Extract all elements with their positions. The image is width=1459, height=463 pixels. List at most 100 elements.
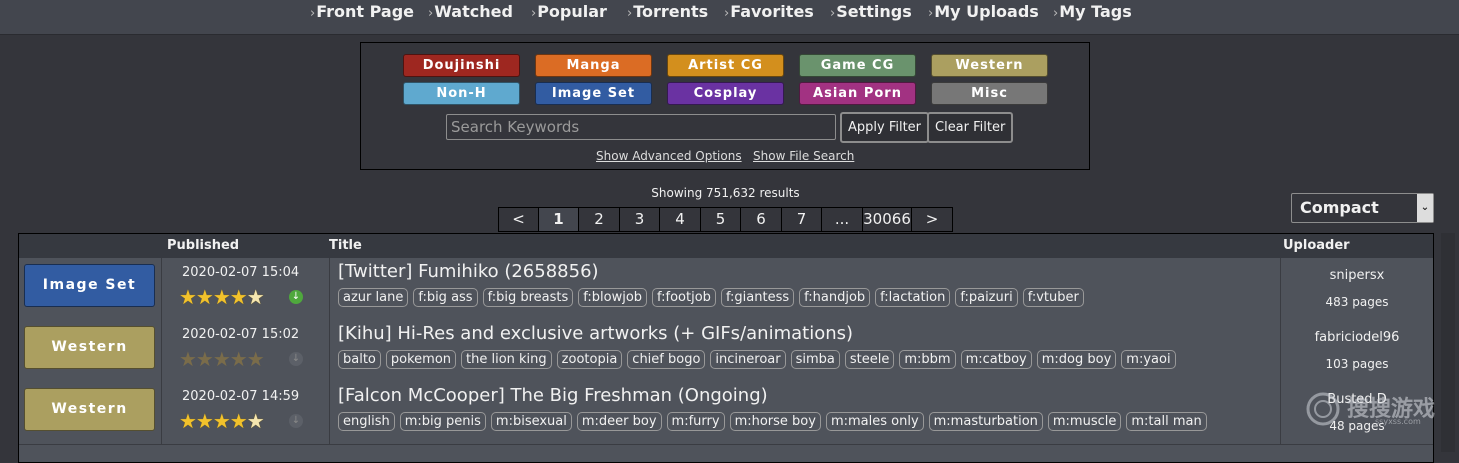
category-cell: Western	[19, 320, 162, 382]
header-published: Published	[167, 238, 240, 253]
tag[interactable]: m:horse boy	[729, 412, 821, 431]
file-search-link[interactable]: Show File Search	[753, 149, 854, 163]
category-artist-cg[interactable]: Artist CG	[667, 54, 784, 77]
row-category-badge[interactable]: Western	[24, 388, 155, 431]
category-game-cg[interactable]: Game CG	[799, 54, 916, 77]
gallery-title-link[interactable]: [Kihu] Hi-Res and exclusive artworks (+ …	[338, 323, 853, 344]
rating-stars: ★★★★★	[179, 409, 265, 433]
category-manga[interactable]: Manga	[535, 54, 652, 77]
results-count: Showing 751,632 results	[651, 186, 800, 200]
row-category-badge[interactable]: Image Set	[24, 264, 155, 307]
tag[interactable]: f:blowjob	[578, 288, 648, 307]
published-date: 2020-02-07 15:02	[182, 327, 300, 342]
uploader-cell: fabriciodel96 103 pages	[1281, 320, 1433, 382]
nav-my-tags[interactable]: ›My Tags	[1053, 2, 1132, 21]
tag[interactable]: m:muscle	[1047, 412, 1122, 431]
header-title: Title	[329, 238, 362, 253]
title-cell: [Twitter] Fumihiko (2658856) azur lane f…	[330, 258, 1281, 320]
tag[interactable]: m:furry	[666, 412, 725, 431]
search-box: Doujinshi Manga Artist CG Game CG Wester…	[360, 42, 1090, 170]
category-image-set[interactable]: Image Set	[535, 82, 652, 105]
pager-page-7[interactable]: 7	[782, 207, 822, 232]
category-non-h[interactable]: Non-H	[403, 82, 520, 105]
tag[interactable]: f:paizuri	[955, 288, 1018, 307]
tag[interactable]: m:masturbation	[928, 412, 1043, 431]
tag[interactable]: zootopia	[556, 350, 623, 369]
tag[interactable]: azur lane	[338, 288, 409, 307]
tag[interactable]: m:males only	[825, 412, 924, 431]
tag[interactable]: m:catboy	[960, 350, 1032, 369]
category-asian-porn[interactable]: Asian Porn	[799, 82, 916, 105]
tag[interactable]: f:lactation	[875, 288, 951, 307]
chevron-right-icon: ›	[928, 6, 934, 21]
tag[interactable]: f:big breasts	[482, 288, 574, 307]
category-cell: Western	[19, 382, 162, 444]
pager-page-5[interactable]: 5	[701, 207, 741, 232]
tag[interactable]: english	[338, 412, 395, 431]
tag-list: balto pokemon the lion king zootopia chi…	[338, 350, 1176, 369]
torrent-download-icon[interactable]: ↓	[289, 290, 303, 304]
category-cell: Image Set	[19, 258, 162, 320]
published-date: 2020-02-07 15:04	[182, 265, 300, 280]
pager-page-6[interactable]: 6	[741, 207, 782, 232]
tag[interactable]: m:bbm	[899, 350, 956, 369]
search-input[interactable]	[446, 114, 836, 140]
tag[interactable]: balto	[338, 350, 381, 369]
tag[interactable]: f:footjob	[652, 288, 716, 307]
pager-prev[interactable]: <	[498, 207, 539, 232]
tag[interactable]: m:big penis	[399, 412, 486, 431]
pager-page-4[interactable]: 4	[660, 207, 701, 232]
nav-watched[interactable]: ›Watched	[428, 2, 513, 21]
pager-page-2[interactable]: 2	[579, 207, 620, 232]
clear-filter-button[interactable]: Clear Filter	[927, 112, 1014, 143]
tag[interactable]: steele	[844, 350, 895, 369]
category-doujinshi[interactable]: Doujinshi	[403, 54, 520, 77]
tag[interactable]: m:bisexual	[490, 412, 572, 431]
tag[interactable]: m:dog boy	[1036, 350, 1117, 369]
tag[interactable]: f:handjob	[799, 288, 871, 307]
gallery-title-link[interactable]: [Twitter] Fumihiko (2658856)	[338, 261, 599, 282]
uploader-cell: snipersx 483 pages	[1281, 258, 1433, 320]
tag[interactable]: chief bogo	[627, 350, 706, 369]
table-row[interactable]: Image Set 2020-02-07 15:04 ★★★★★ ↓ [Twit…	[19, 258, 1433, 321]
watermark-subtext: ssyxss.com	[1375, 417, 1421, 426]
published-cell: 2020-02-07 14:59 ★★★★★ ↓	[162, 382, 330, 444]
tag[interactable]: incineroar	[710, 350, 786, 369]
tag[interactable]: f:giantess	[720, 288, 795, 307]
pager-next[interactable]: >	[912, 207, 953, 232]
rating-stars: ★★★★★	[179, 347, 265, 371]
gallery-title-link[interactable]: [Falcon McCooper] The Big Freshman (Ongo…	[338, 385, 768, 406]
pager-page-1[interactable]: 1	[539, 207, 579, 232]
pager-page-3[interactable]: 3	[620, 207, 660, 232]
category-western[interactable]: Western	[931, 54, 1048, 77]
row-category-badge[interactable]: Western	[24, 326, 155, 369]
category-misc[interactable]: Misc	[931, 82, 1048, 105]
apply-filter-button[interactable]: Apply Filter	[840, 112, 930, 143]
tag[interactable]: f:vtuber	[1022, 288, 1084, 307]
table-row[interactable]: Western 2020-02-07 14:59 ★★★★★ ↓ [Falcon…	[19, 382, 1433, 445]
chevron-right-icon: ›	[531, 6, 537, 21]
tag[interactable]: the lion king	[461, 350, 552, 369]
tag[interactable]: m:deer boy	[576, 412, 662, 431]
chevron-right-icon: ›	[310, 6, 316, 21]
tag[interactable]: m:tall man	[1126, 412, 1207, 431]
tag[interactable]: pokemon	[385, 350, 457, 369]
nav-settings[interactable]: ›Settings	[830, 2, 912, 21]
nav-torrents[interactable]: ›Torrents	[627, 2, 708, 21]
tag[interactable]: f:big ass	[413, 288, 478, 307]
advanced-options-link[interactable]: Show Advanced Options	[596, 149, 742, 163]
nav-front-page[interactable]: ›Front Page	[310, 2, 414, 21]
nav-popular[interactable]: ›Popular	[531, 2, 607, 21]
tag[interactable]: simba	[790, 350, 840, 369]
view-mode-select[interactable]: Compact ⌄	[1291, 193, 1434, 223]
pager-page-last[interactable]: 30066	[863, 207, 912, 232]
gallery-table: Published Title Uploader Image Set 2020-…	[18, 233, 1434, 463]
rating-stars: ★★★★★	[179, 285, 265, 309]
uploader-link[interactable]: fabriciodel96	[1281, 330, 1433, 345]
table-row[interactable]: Western 2020-02-07 15:02 ★★★★★ ↓ [Kihu] …	[19, 320, 1433, 383]
nav-favorites[interactable]: ›Favorites	[724, 2, 814, 21]
tag[interactable]: m:yaoi	[1121, 350, 1176, 369]
uploader-link[interactable]: snipersx	[1281, 268, 1433, 283]
nav-my-uploads[interactable]: ›My Uploads	[928, 2, 1039, 21]
category-cosplay[interactable]: Cosplay	[667, 82, 784, 105]
